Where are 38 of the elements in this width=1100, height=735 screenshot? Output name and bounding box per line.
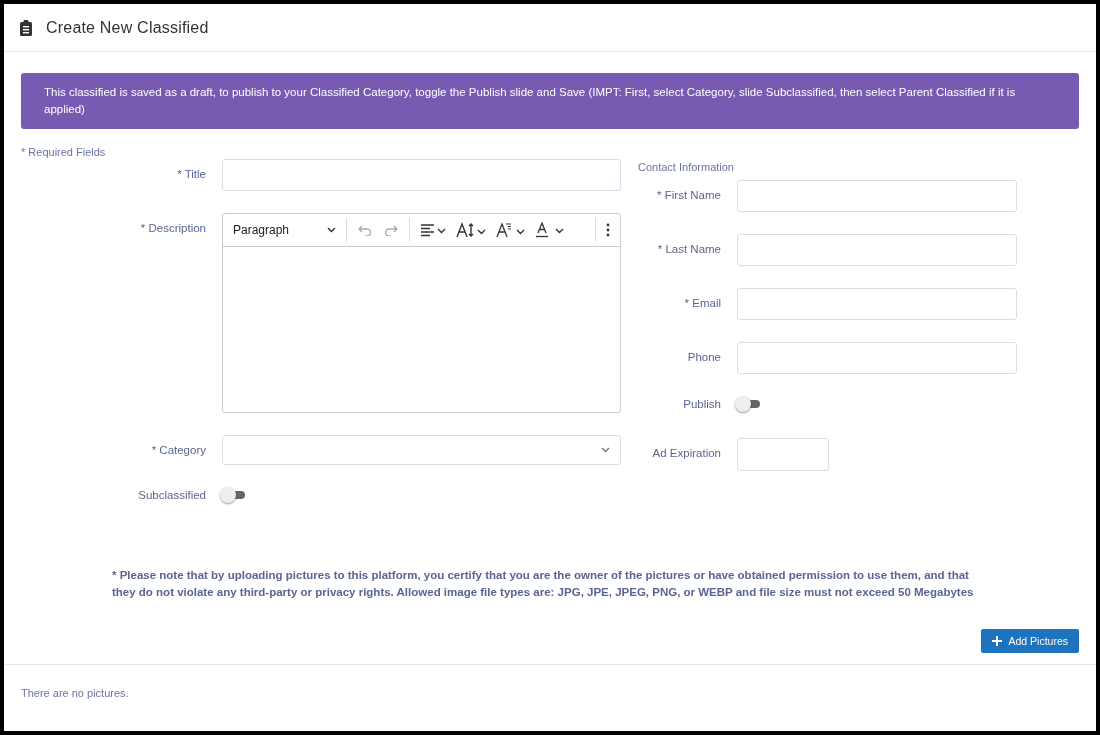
empty-message: There are no pictures. [20, 686, 130, 701]
chevron-down-icon [601, 447, 610, 453]
category-select[interactable] [222, 435, 621, 465]
required-fields-note: * Required Fields [21, 146, 107, 158]
info-banner: This classified is saved as a draft, to publish to your Classified Category, toggle the Publish slide and Save (IMPT: First, select Category, slide Subclassified, then select Parent Classified if it is applied) [21, 73, 1079, 129]
field-label: * Title [176, 167, 207, 180]
font-color-icon[interactable] [536, 222, 566, 238]
field-label: * Category [150, 443, 207, 456]
field-label: Publish [682, 398, 722, 410]
text-field[interactable] [222, 159, 621, 191]
clipboard-icon [20, 19, 32, 36]
page-title: Create New Classified [46, 18, 209, 37]
font-size-icon[interactable] [456, 222, 486, 238]
field-label: * Last Name [656, 242, 722, 255]
field-label: * Description [139, 221, 207, 234]
text-field[interactable] [737, 180, 1017, 212]
plus-icon [992, 636, 1003, 646]
text-field[interactable] [737, 234, 1017, 266]
section-title: Contact Information [638, 161, 735, 173]
more-options-icon[interactable] [606, 223, 610, 237]
text-field[interactable] [737, 288, 1017, 320]
caret-icon [327, 227, 336, 233]
field-label: * First Name [656, 188, 722, 201]
text-style-icon[interactable] [496, 222, 526, 238]
upload-notice: * Please note that by uploading pictures to this platform, you certify that you are the owner of the pictures or have obtained permission to use them, and that they do not violate any third-party or privacy rights. Allowed image file types are: JPG, JPE, JPEG, PNG, or WEBP and file size must not exceed 50 Megabytes [112, 568, 975, 600]
text-field[interactable] [737, 342, 1017, 374]
add-pictures-button[interactable]: Add Pictures [981, 629, 1079, 653]
undo-icon[interactable] [357, 224, 373, 236]
toggle-switch[interactable] [220, 487, 246, 503]
paragraph-dropdown[interactable]: Paragraph [233, 223, 336, 237]
field-label: Ad Expiration [651, 446, 722, 459]
date-field[interactable] [737, 438, 829, 471]
redo-icon[interactable] [383, 224, 399, 236]
field-label: Subclassified [137, 489, 207, 501]
align-left-icon[interactable] [420, 223, 446, 237]
toggle-switch[interactable] [735, 396, 761, 412]
field-label: Phone [686, 350, 722, 363]
field-label: * Email [683, 296, 722, 309]
